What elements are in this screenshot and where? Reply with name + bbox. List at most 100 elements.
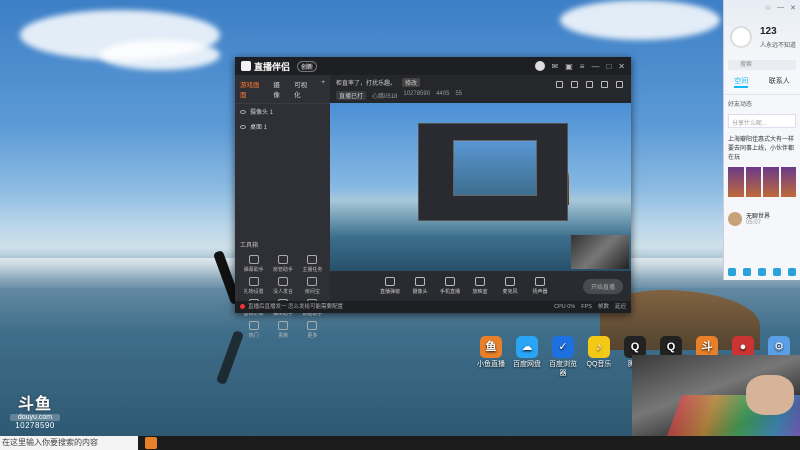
tool-icon: [248, 255, 259, 264]
feed-title: 好友动态: [728, 102, 753, 108]
record-icon[interactable]: [586, 81, 593, 88]
friend-post[interactable]: 无聊世界 05:07: [728, 211, 796, 226]
tool-label: 热门: [248, 333, 259, 339]
message-icon[interactable]: ✉: [552, 62, 559, 71]
tool-label: 主播任务: [302, 267, 323, 273]
feed-image[interactable]: [780, 167, 796, 197]
app-icon[interactable]: [788, 268, 796, 276]
eye-icon[interactable]: [240, 124, 246, 129]
control-label: 扬声器: [532, 289, 548, 295]
desktop-icon-label: 百度网盘: [513, 361, 541, 368]
qq-signature[interactable]: 人永远不知道: [760, 40, 796, 49]
desktop-app-icon: ✓: [552, 336, 574, 358]
feed-images[interactable]: [728, 167, 796, 197]
control-label: 直播弹窗: [380, 289, 401, 295]
control-button[interactable]: 麦克风: [500, 277, 520, 295]
taskbar-search-input[interactable]: 在这里输入你要搜索的内容: [0, 436, 138, 450]
tab-contacts[interactable]: 联系人: [769, 76, 790, 88]
tool-label: 礼物设置: [243, 289, 264, 295]
qq-avatar[interactable]: [730, 26, 752, 48]
status-bar: 直播后直播发一 怎么发给可能需要配置 CPU 0% FPS 帧数 延迟: [235, 301, 631, 313]
tool-item[interactable]: 热门: [239, 321, 268, 339]
status-stat: CPU 0%: [554, 304, 576, 310]
control-button[interactable]: 手机直播: [440, 277, 460, 295]
tool-item[interactable]: 房管助手: [268, 255, 297, 273]
forward-icon[interactable]: [616, 81, 623, 88]
skin-icon[interactable]: ☆: [765, 4, 771, 12]
qq-window-controls: ☆ — ✕: [728, 4, 796, 12]
add-icon[interactable]: [773, 268, 781, 276]
minimize-icon[interactable]: —: [591, 62, 599, 71]
control-button[interactable]: 直播弹窗: [380, 277, 400, 295]
tool-icon: [307, 321, 318, 330]
control-button[interactable]: 扬声器: [530, 277, 550, 295]
tools-title: 工具箱: [240, 243, 259, 249]
control-button[interactable]: 摄像头: [410, 277, 430, 295]
tool-item[interactable]: 房间宝: [298, 277, 327, 295]
tab-camera[interactable]: 摄像: [273, 79, 286, 99]
tool-item[interactable]: 弹幕助手: [239, 255, 268, 273]
tool-icon: [277, 277, 288, 286]
add-scene-icon[interactable]: +: [321, 79, 325, 99]
qq-search-input[interactable]: 搜索: [728, 60, 796, 70]
friend-avatar: [728, 211, 742, 226]
share-icon[interactable]: [571, 81, 578, 88]
tab-game[interactable]: 游戏画面: [240, 79, 265, 99]
tool-label: 更多: [307, 333, 318, 339]
tool-item[interactable]: 礼物设置: [239, 277, 268, 295]
tool-label: 弹幕助手: [243, 267, 264, 273]
control-icon: [415, 277, 425, 286]
stream-preview[interactable]: [330, 103, 631, 271]
contacts-icon[interactable]: [743, 268, 751, 276]
modify-button[interactable]: 修改: [402, 78, 421, 87]
room-category: 心跳0518: [372, 94, 398, 100]
feed-image[interactable]: [745, 167, 761, 197]
menu-icon[interactable]: ≡: [580, 62, 585, 71]
live-state[interactable]: 直播已打: [336, 91, 367, 100]
tool-item[interactable]: 贵族: [268, 321, 297, 339]
scene-item[interactable]: 桌面 1: [235, 119, 330, 134]
tab-space[interactable]: 空间: [734, 76, 749, 88]
control-button[interactable]: 放映室: [470, 277, 490, 295]
desktop-icon[interactable]: ♪ QQ音乐: [584, 336, 614, 378]
user-avatar[interactable]: [534, 61, 545, 71]
control-icon: [505, 277, 515, 286]
feed-image[interactable]: [728, 167, 744, 197]
control-label: 摄像头: [412, 289, 428, 295]
eye-icon[interactable]: [240, 109, 246, 114]
control-icon: [535, 277, 545, 286]
tool-item[interactable]: 主播任务: [298, 255, 327, 273]
feed-image[interactable]: [763, 167, 779, 197]
start-live-button[interactable]: 开始直播: [582, 278, 623, 294]
tool-label: 房间宝: [304, 289, 320, 295]
desktop-icon[interactable]: ☁ 百度网盘: [512, 336, 542, 378]
qq-footer: [728, 268, 796, 276]
tab-visual[interactable]: 可视化: [294, 79, 313, 99]
scene-label: 摄像头 1: [250, 110, 274, 116]
menu-icon[interactable]: [728, 268, 736, 276]
desktop-icon[interactable]: 鱼小鱼直播: [476, 336, 506, 378]
tool-item[interactable]: 更多: [298, 321, 327, 339]
feed-post[interactable]: 上海瓣阳佳惠式大有一样要去同事上线，小伙伴都在玩: [728, 134, 796, 161]
bell-icon[interactable]: [601, 81, 608, 88]
skin-icon[interactable]: ▣: [565, 62, 573, 71]
nested-preview-inner: [453, 140, 537, 196]
close-icon[interactable]: ✕: [790, 4, 796, 12]
room-number: 10278590: [15, 421, 55, 430]
room-id: 10278590: [403, 91, 431, 97]
close-icon[interactable]: ✕: [618, 62, 625, 71]
tool-item[interactable]: 没人发言: [268, 277, 297, 295]
cloud: [100, 40, 220, 70]
gift-icon[interactable]: [556, 81, 563, 88]
file-icon[interactable]: [758, 268, 766, 276]
feed-input[interactable]: 分享什么呢...: [728, 114, 796, 128]
version-tag: 创新: [297, 60, 318, 72]
status-stats: CPU 0% FPS 帧数 延迟: [554, 301, 626, 313]
taskbar-app-icon[interactable]: [145, 437, 157, 449]
streaming-app-window: 直播伴侣 创新 ✉ ▣ ≡ — □ ✕ 游戏画面 摄像 可视化 + 摄像头 1 …: [235, 57, 631, 339]
room-meta: 直播已打 心跳0518 10278590 4405 55: [336, 91, 625, 100]
scene-item[interactable]: 摄像头 1: [235, 104, 330, 119]
maximize-icon[interactable]: □: [606, 62, 611, 71]
desktop-icon[interactable]: ✓ 百度浏览器: [548, 336, 578, 378]
minimize-icon[interactable]: —: [777, 4, 784, 12]
